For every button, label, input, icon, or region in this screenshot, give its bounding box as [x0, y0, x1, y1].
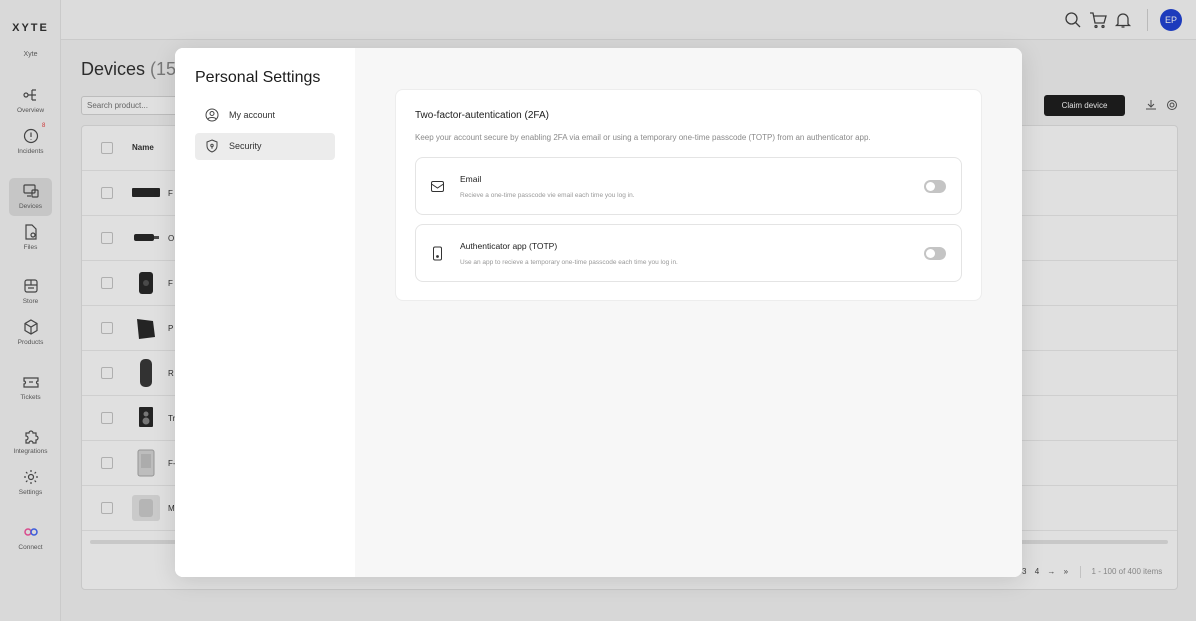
overview-icon	[22, 89, 36, 101]
devices-icon	[22, 184, 39, 198]
shield-icon	[206, 139, 218, 153]
modal-sidebar: Personal Settings My account Security	[175, 48, 355, 577]
totp-option-description: Use an app to recieve a temporary one-ti…	[460, 259, 678, 266]
modal-title: Personal Settings	[195, 69, 321, 86]
gear-icon	[23, 470, 38, 484]
toggle-knob	[926, 182, 935, 191]
two-factor-description: Keep your account secure by enabling 2FA…	[415, 133, 871, 142]
user-circle-icon	[205, 108, 219, 122]
alert-circle-icon	[23, 128, 38, 144]
incidents-badge: 8	[42, 123, 46, 129]
totp-2fa-option: Authenticator app (TOTP) Use an app to r…	[415, 224, 962, 282]
link-icon	[23, 528, 38, 536]
email-option-title: Email	[460, 174, 482, 184]
totp-2fa-toggle[interactable]	[924, 247, 946, 260]
two-factor-card: Two-factor-autentication (2FA) Keep your…	[395, 89, 982, 301]
email-2fa-toggle[interactable]	[924, 180, 946, 193]
puzzle-icon	[24, 430, 39, 444]
store-icon	[23, 279, 38, 293]
personal-settings-modal: Personal Settings My account Security Tw…	[175, 48, 1022, 577]
email-option-description: Recieve a one-time passcode vie email ea…	[460, 192, 635, 199]
modal-content: Two-factor-autentication (2FA) Keep your…	[355, 48, 1022, 577]
toggle-knob	[926, 249, 935, 258]
totp-option-title: Authenticator app (TOTP)	[460, 241, 558, 251]
two-factor-title: Two-factor-autentication (2FA)	[415, 110, 549, 121]
package-icon	[23, 319, 38, 335]
email-2fa-option: Email Recieve a one-time passcode vie em…	[415, 157, 962, 215]
phone-icon	[433, 246, 442, 261]
files-icon	[24, 224, 37, 240]
mail-icon	[431, 181, 444, 192]
ticket-icon	[22, 377, 39, 388]
modal-nav-my-account[interactable]: My account	[195, 102, 335, 129]
modal-nav-security[interactable]: Security	[195, 133, 335, 160]
